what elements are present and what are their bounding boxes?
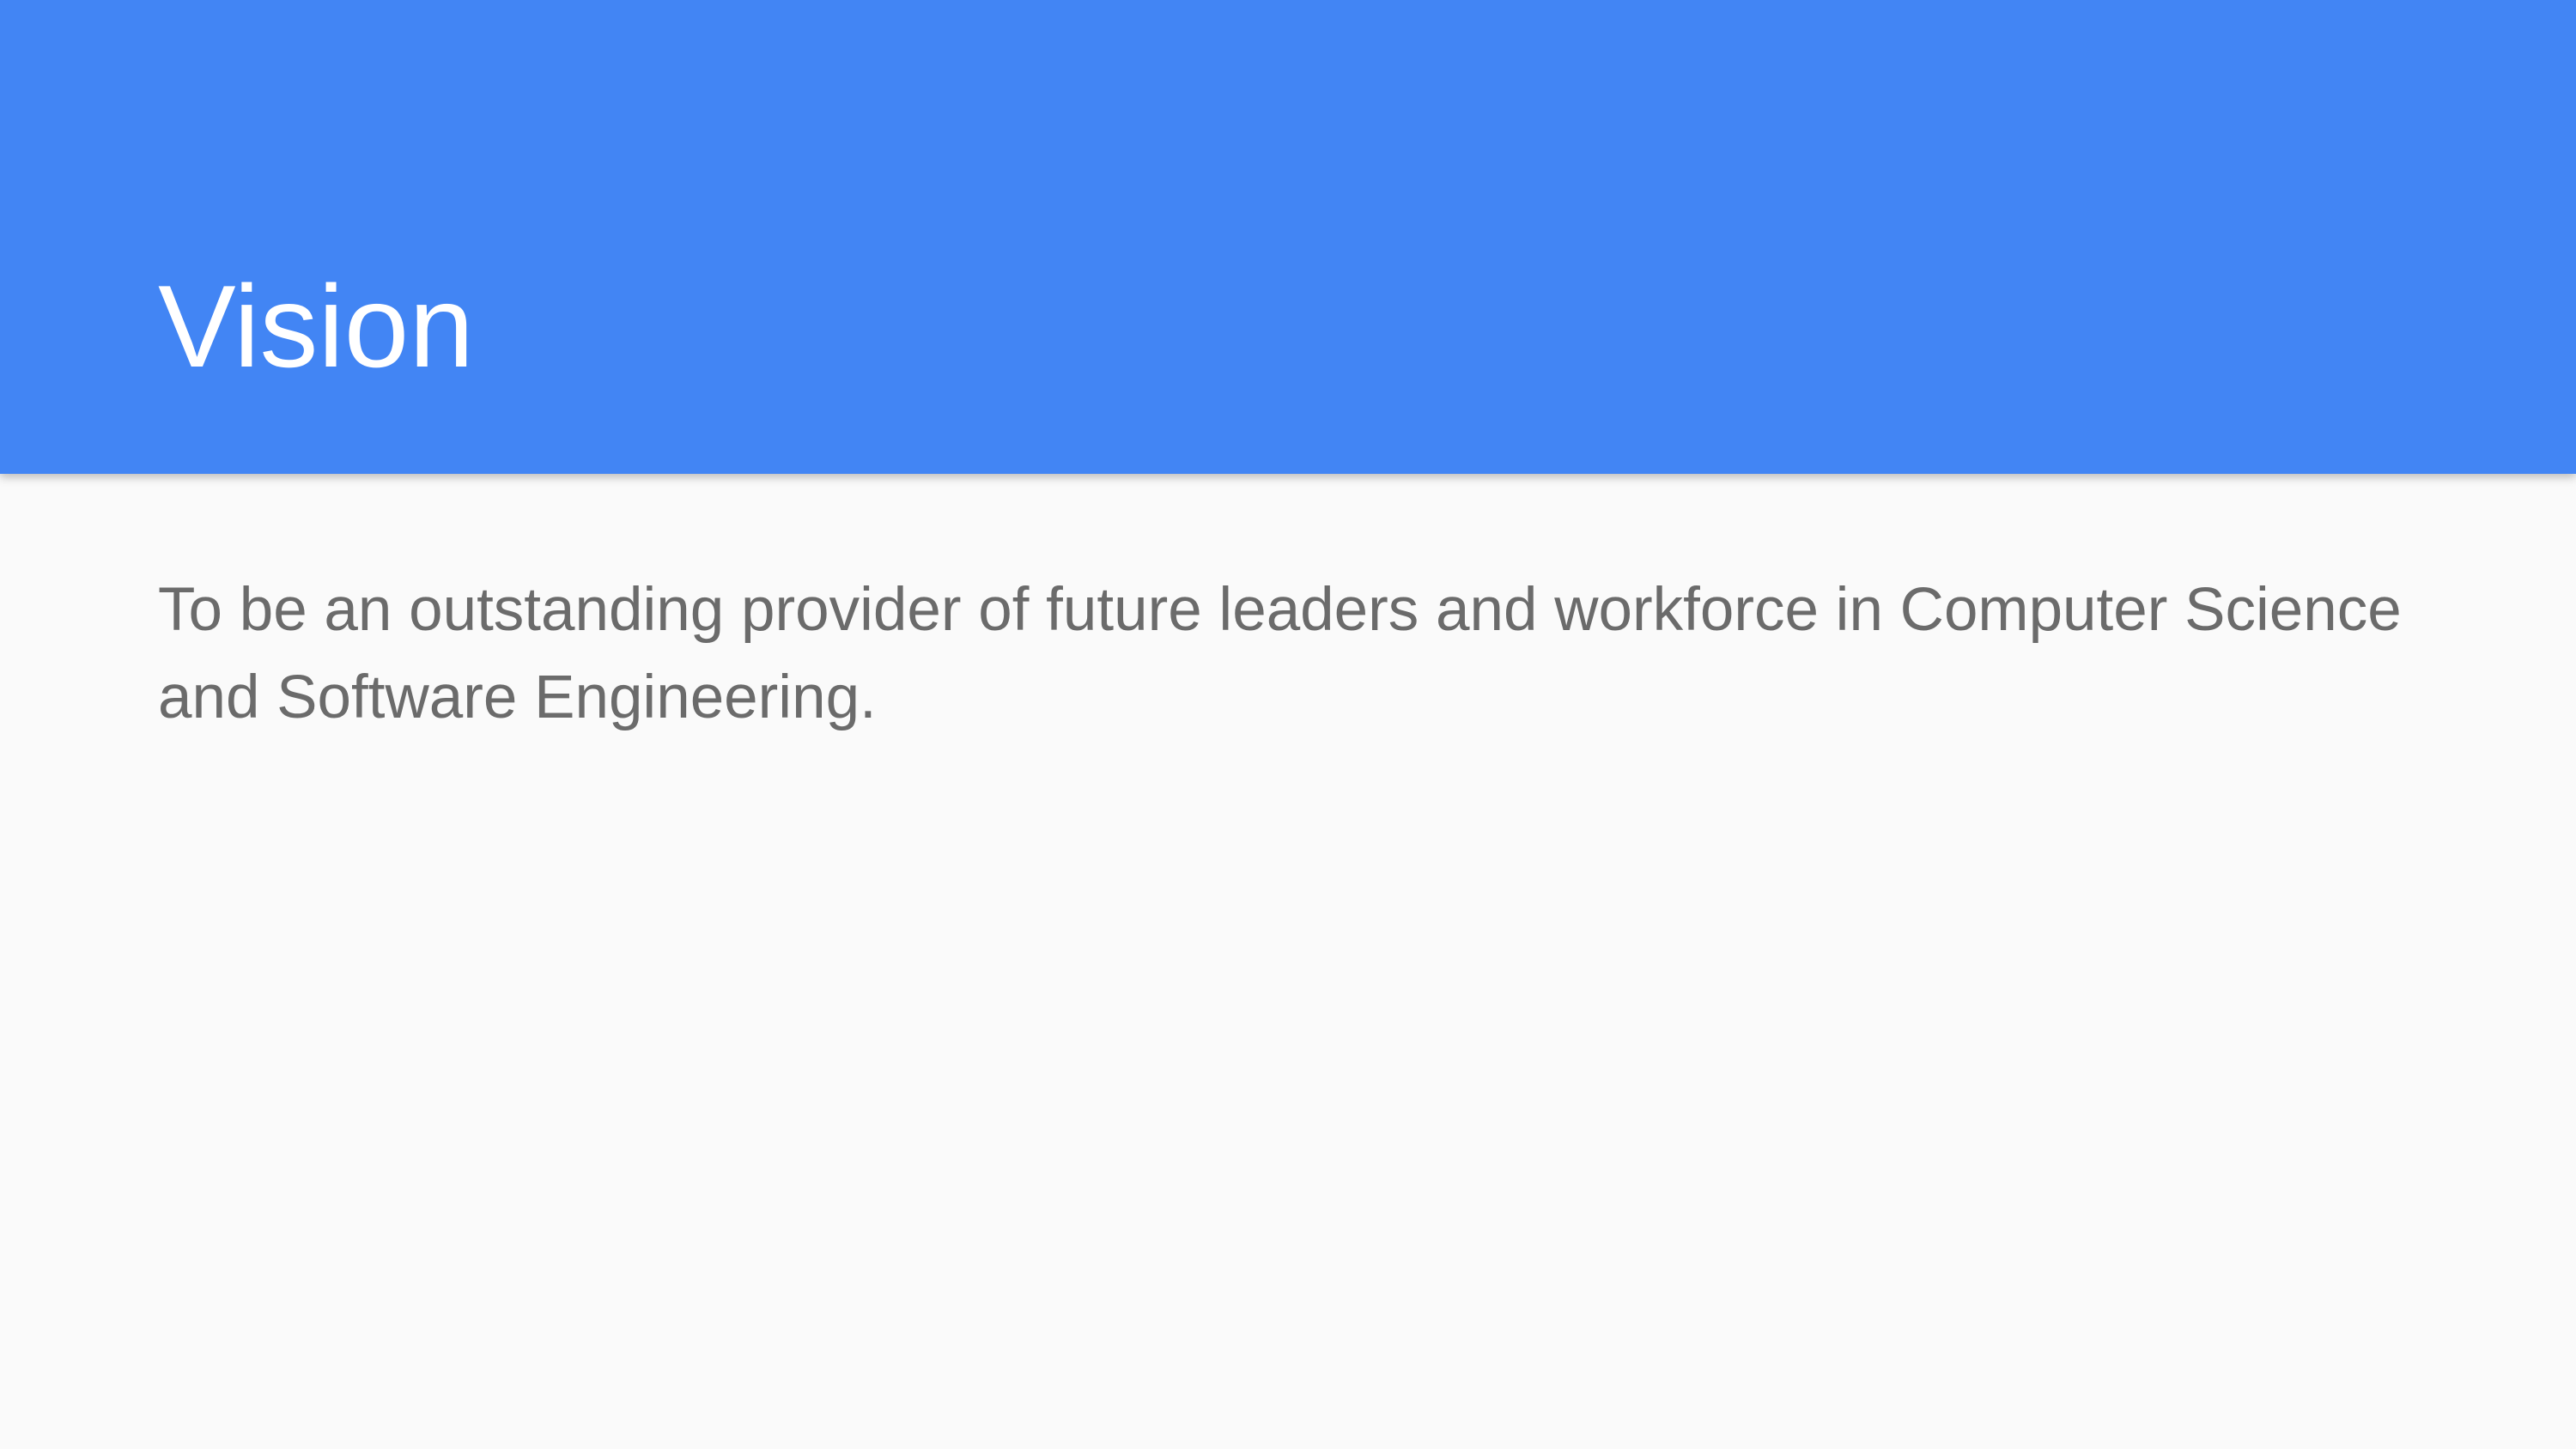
slide-title: Vision xyxy=(158,261,474,391)
vision-statement: To be an outstanding provider of future … xyxy=(158,576,2402,731)
title-band xyxy=(0,0,2576,474)
slide: Vision To be an outstanding provider of … xyxy=(0,0,2576,1449)
